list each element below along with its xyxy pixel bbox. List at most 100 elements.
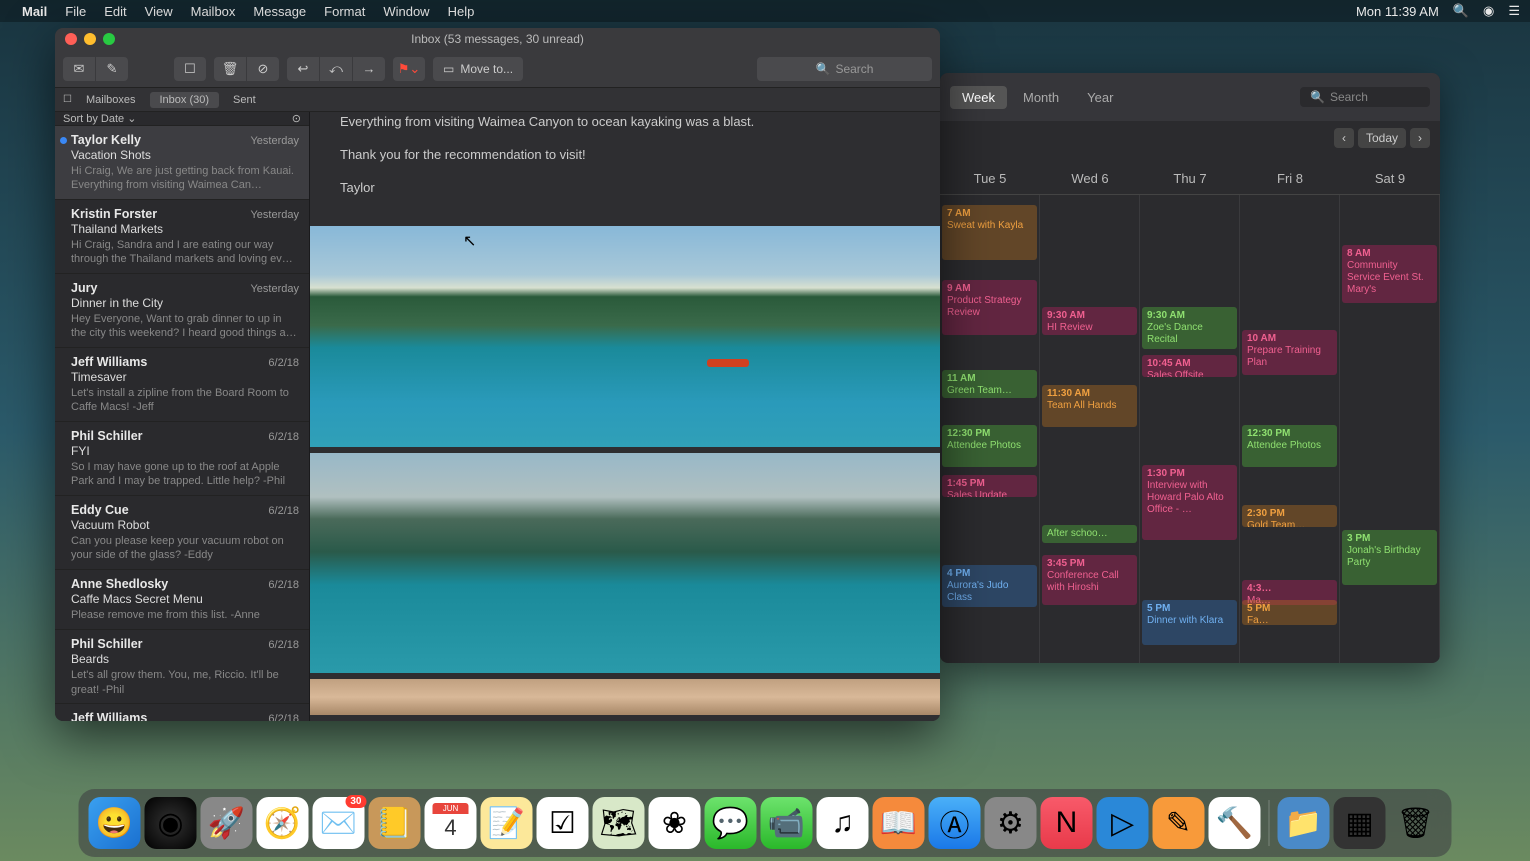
zoom-window-button[interactable] <box>103 33 115 45</box>
calendar-event[interactable]: 12:30 PMAttendee Photos <box>942 425 1037 467</box>
menu-mailbox[interactable]: Mailbox <box>191 4 236 19</box>
calendar-event[interactable]: 3:45 PMConference Call with Hiroshi <box>1042 555 1137 605</box>
calendar-event[interactable]: 5 PMFa… <box>1242 600 1337 625</box>
calendar-day-column[interactable]: 8 AMCommunity Service Event St. Mary's 3 … <box>1340 195 1440 663</box>
calendar-event[interactable]: 10 AMPrepare Training Plan <box>1242 330 1337 375</box>
dock-messages[interactable]: 💬 <box>705 797 757 849</box>
dock-downloads[interactable]: 📁 <box>1278 797 1330 849</box>
calendar-view-month[interactable]: Month <box>1011 86 1071 109</box>
calendar-event[interactable]: 4 PMAurora's Judo Class <box>942 565 1037 607</box>
message-content-pane[interactable]: Everything from visiting Waimea Canyon t… <box>310 112 940 721</box>
dock-finder[interactable]: 😀 <box>89 797 141 849</box>
forward-button[interactable]: → <box>353 57 385 81</box>
dock-contacts[interactable]: 📒 <box>369 797 421 849</box>
minimize-window-button[interactable] <box>84 33 96 45</box>
message-item[interactable]: JuryYesterdayDinner in the CityHey Every… <box>55 274 309 348</box>
message-item[interactable]: Jeff Williams6/2/18TimesaverLet's instal… <box>55 348 309 422</box>
menu-view[interactable]: View <box>145 4 173 19</box>
calendar-event[interactable]: 3 PMJonah's Birthday Party <box>1342 530 1437 585</box>
reply-button[interactable]: ↩ <box>287 57 319 81</box>
calendar-event[interactable]: 9:30 AMHI Review <box>1042 307 1137 335</box>
dock-mail[interactable]: ✉️30 <box>313 797 365 849</box>
junk-button[interactable]: ⊘ <box>247 57 279 81</box>
dock-siri[interactable]: ◉ <box>145 797 197 849</box>
calendar-event[interactable]: 12:30 PMAttendee Photos <box>1242 425 1337 467</box>
menu-help[interactable]: Help <box>448 4 475 19</box>
calendar-event[interactable]: 2:30 PMGold Team… <box>1242 505 1337 527</box>
get-mail-button[interactable]: ✉ <box>63 57 95 81</box>
mail-search-field[interactable]: 🔍 Search <box>757 57 932 81</box>
move-to-button[interactable]: ▭ Move to... <box>433 57 523 81</box>
calendar-day-column[interactable]: 9:30 AMZoe's Dance Recital 10:45 AMSales … <box>1140 195 1240 663</box>
attachment-photo[interactable] <box>310 453 940 673</box>
dock-preferences[interactable]: ⚙ <box>985 797 1037 849</box>
message-item[interactable]: Phil Schiller6/2/18BeardsLet's all grow … <box>55 630 309 704</box>
dock-appstore[interactable]: Ⓐ <box>929 797 981 849</box>
menubar-clock[interactable]: Mon 11:39 AM <box>1356 4 1439 19</box>
menu-message[interactable]: Message <box>253 4 306 19</box>
calendar-event[interactable]: 1:30 PMInterview with Howard Palo Alto O… <box>1142 465 1237 540</box>
compose-button[interactable]: ✎ <box>96 57 128 81</box>
dock-maps[interactable]: 🗺 <box>593 797 645 849</box>
calendar-search[interactable]: 🔍 Search <box>1300 87 1430 107</box>
calendar-event[interactable]: 1:45 PMSales Update <box>942 475 1037 497</box>
reply-all-button[interactable]: ⤺ <box>320 57 352 81</box>
dock-itunes[interactable]: ♫ <box>817 797 869 849</box>
message-list[interactable]: Sort by Date ⌄ ⊙ Taylor KellyYesterdayVa… <box>55 112 310 721</box>
dock-notes[interactable]: 📝 <box>481 797 533 849</box>
menu-edit[interactable]: Edit <box>104 4 126 19</box>
calendar-day-column[interactable]: 7 AMSweat with Kayla 9 AMProduct Strategy… <box>940 195 1040 663</box>
message-item[interactable]: Taylor KellyYesterdayVacation ShotsHi Cr… <box>55 126 309 200</box>
calendar-event[interactable]: After schoo… <box>1042 525 1137 543</box>
menu-format[interactable]: Format <box>324 4 365 19</box>
tab-inbox[interactable]: Inbox (30) <box>150 92 220 108</box>
calendar-event[interactable]: 11 AMGreen Team… <box>942 370 1037 398</box>
menu-window[interactable]: Window <box>383 4 429 19</box>
dock-keynote[interactable]: ▷ <box>1097 797 1149 849</box>
calendar-today-button[interactable]: Today <box>1358 128 1406 148</box>
calendar-view-year[interactable]: Year <box>1075 86 1125 109</box>
dock-ibooks[interactable]: 📖 <box>873 797 925 849</box>
sort-control[interactable]: Sort by Date ⌄ ⊙ <box>55 112 309 126</box>
dock-desktop-file[interactable]: ▦ <box>1334 797 1386 849</box>
calendar-event[interactable]: 9 AMProduct Strategy Review <box>942 280 1037 335</box>
calendar-day-column[interactable]: 10 AMPrepare Training Plan 12:30 PMAttend… <box>1240 195 1340 663</box>
sidebar-toggle-icon[interactable]: ☐ <box>63 94 72 105</box>
message-item[interactable]: Kristin ForsterYesterdayThailand Markets… <box>55 200 309 274</box>
mail-titlebar[interactable]: Inbox (53 messages, 30 unread) <box>55 28 940 50</box>
dock-xcode[interactable]: 🔨 <box>1209 797 1261 849</box>
calendar-grid[interactable]: 7 AMSweat with Kayla 9 AMProduct Strategy… <box>940 195 1440 663</box>
calendar-event[interactable]: 10:45 AMSales Offsite <box>1142 355 1237 377</box>
delete-button[interactable]: 🗑 <box>214 57 246 81</box>
flag-button[interactable]: ⚑ ⌄ <box>393 57 425 81</box>
attachment-photo[interactable] <box>310 679 940 715</box>
tab-mailboxes[interactable]: Mailboxes <box>76 92 146 108</box>
calendar-event[interactable]: 7 AMSweat with Kayla <box>942 205 1037 260</box>
dock-safari[interactable]: 🧭 <box>257 797 309 849</box>
message-item[interactable]: Eddy Cue6/2/18Vacuum RobotCan you please… <box>55 496 309 570</box>
dock-pages[interactable]: ✎ <box>1153 797 1205 849</box>
filter-icon[interactable]: ⊙ <box>292 112 301 125</box>
attachment-photo[interactable] <box>310 226 940 446</box>
menu-app-name[interactable]: Mail <box>22 4 47 19</box>
notification-center-icon[interactable]: ☰ <box>1508 3 1520 19</box>
dock-facetime[interactable]: 📹 <box>761 797 813 849</box>
calendar-day-column[interactable]: 9:30 AMHI Review 11:30 AMTeam All Hands Af… <box>1040 195 1140 663</box>
calendar-next-button[interactable]: › <box>1410 128 1430 148</box>
menu-file[interactable]: File <box>65 4 86 19</box>
siri-menubar-icon[interactable]: ◉ <box>1483 3 1494 19</box>
calendar-view-week[interactable]: Week <box>950 86 1007 109</box>
message-item[interactable]: Anne Shedlosky6/2/18Caffe Macs Secret Me… <box>55 570 309 630</box>
dock-trash[interactable]: 🗑 <box>1390 797 1442 849</box>
calendar-event[interactable]: 5 PMDinner with Klara <box>1142 600 1237 645</box>
dock-calendar[interactable]: JUN4 <box>425 797 477 849</box>
dock-reminders[interactable]: ☑ <box>537 797 589 849</box>
calendar-event[interactable]: 9:30 AMZoe's Dance Recital <box>1142 307 1237 349</box>
archive-button[interactable]: ☐ <box>174 57 206 81</box>
calendar-event[interactable]: 8 AMCommunity Service Event St. Mary's <box>1342 245 1437 303</box>
message-item[interactable]: Jeff Williams6/2/18SorryJust a heads up,… <box>55 704 309 721</box>
calendar-prev-button[interactable]: ‹ <box>1334 128 1354 148</box>
tab-sent[interactable]: Sent <box>223 92 266 108</box>
spotlight-icon[interactable]: 🔍 <box>1453 3 1469 19</box>
calendar-event[interactable]: 11:30 AMTeam All Hands <box>1042 385 1137 427</box>
